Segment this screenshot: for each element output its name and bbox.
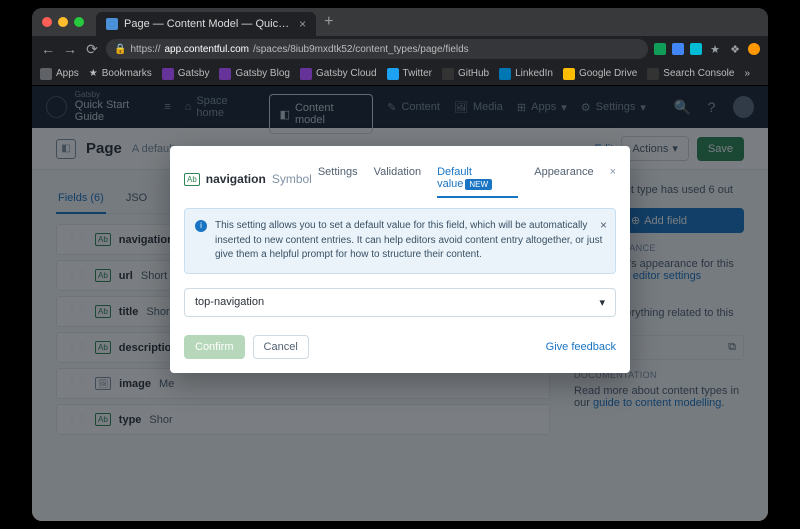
url-prefix: https://: [130, 44, 160, 55]
bookmark-item[interactable]: ★ Bookmarks: [89, 68, 152, 79]
extension-icon[interactable]: [654, 43, 666, 55]
back-icon[interactable]: ←: [40, 41, 56, 57]
forward-icon[interactable]: →: [62, 41, 78, 57]
new-badge: NEW: [465, 179, 492, 190]
lock-icon: 🔒: [114, 44, 126, 55]
select-value: top-navigation: [195, 296, 264, 308]
modal-field-name: navigation: [206, 172, 266, 186]
confirm-button[interactable]: Confirm: [184, 335, 245, 359]
url-input[interactable]: 🔒 https:// app.contentful.com /spaces/8i…: [106, 39, 648, 59]
tab-title: Page — Content Model — Quic…: [124, 18, 289, 30]
profile-avatar-icon[interactable]: [748, 43, 760, 55]
traffic-lights: [42, 17, 84, 27]
modal-tab-default[interactable]: Default valueNEW: [437, 160, 518, 198]
new-tab-button[interactable]: +: [324, 13, 333, 31]
bookmark-item[interactable]: Gatsby Blog: [219, 68, 289, 80]
url-path: /spaces/8iub9mxdtk52/content_types/page/…: [253, 44, 469, 55]
modal-field-kind: Symbol: [272, 172, 312, 186]
close-window-icon[interactable]: [42, 17, 52, 27]
reload-icon[interactable]: ⟳: [84, 41, 100, 58]
extensions-menu-icon[interactable]: ❖: [728, 42, 742, 56]
info-icon: i: [195, 220, 207, 232]
modal-tab-settings[interactable]: Settings: [318, 160, 358, 198]
bookmark-item[interactable]: GitHub: [442, 68, 489, 80]
give-feedback-link[interactable]: Give feedback: [546, 341, 616, 353]
field-type-badge: Ab: [184, 173, 200, 186]
modal-tab-validation[interactable]: Validation: [374, 160, 422, 198]
bookmark-item[interactable]: Twitter: [387, 68, 432, 80]
window-titlebar: Page — Content Model — Quic… × +: [32, 8, 768, 36]
tab-close-icon[interactable]: ×: [299, 17, 306, 31]
tab-favicon-icon: [106, 18, 118, 30]
bookmark-item[interactable]: LinkedIn: [499, 68, 553, 80]
modal-tabs: Settings Validation Default valueNEW App…: [318, 160, 616, 198]
maximize-window-icon[interactable]: [74, 17, 84, 27]
field-settings-modal: Ab navigation Symbol Settings Validation…: [170, 146, 630, 373]
chevron-down-icon: ▾: [599, 296, 605, 309]
bookmarks-bar: Apps ★ Bookmarks Gatsby Gatsby Blog Gats…: [32, 62, 768, 86]
browser-tab[interactable]: Page — Content Model — Quic… ×: [96, 12, 316, 36]
apps-bookmark[interactable]: Apps: [40, 68, 79, 80]
cancel-button[interactable]: Cancel: [253, 335, 309, 359]
address-bar: ← → ⟳ 🔒 https:// app.contentful.com /spa…: [32, 36, 768, 62]
minimize-window-icon[interactable]: [58, 17, 68, 27]
bookmark-item[interactable]: Search Console: [647, 68, 734, 80]
url-host: app.contentful.com: [164, 44, 249, 55]
info-text: This setting allows you to set a default…: [215, 219, 605, 263]
default-value-select[interactable]: top-navigation ▾: [184, 288, 616, 317]
modal-tab-appearance[interactable]: Appearance: [534, 160, 593, 198]
bookmark-overflow[interactable]: »: [744, 68, 750, 79]
extension-icon[interactable]: ★: [708, 42, 722, 56]
bookmark-item[interactable]: Google Drive: [563, 68, 637, 80]
modal-overlay[interactable]: Ab navigation Symbol Settings Validation…: [32, 86, 768, 521]
extension-icon[interactable]: [690, 43, 702, 55]
info-banner: i This setting allows you to set a defau…: [184, 208, 616, 274]
bookmark-item[interactable]: Gatsby Cloud: [300, 68, 377, 80]
modal-close-button[interactable]: ×: [610, 160, 616, 198]
extension-icon[interactable]: [672, 43, 684, 55]
bookmark-item[interactable]: Gatsby: [162, 68, 210, 80]
info-close-icon[interactable]: ×: [600, 217, 607, 234]
